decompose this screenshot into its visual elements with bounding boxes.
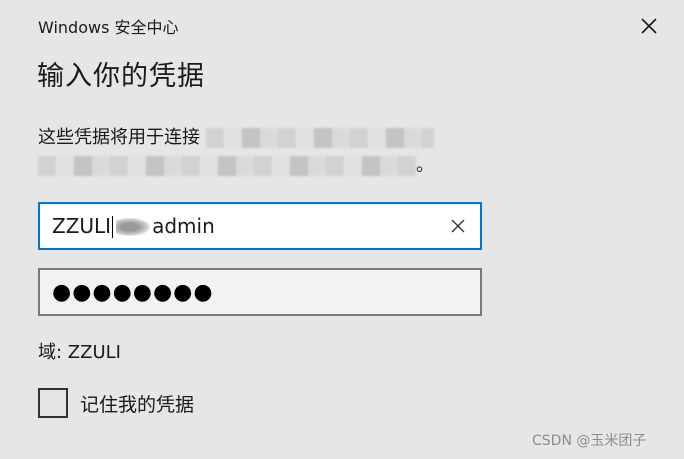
username-input[interactable]: ZZULI admin <box>38 202 482 250</box>
description-text-start: 这些凭据将用于连接 <box>38 127 200 148</box>
app-title: Windows 安全中心 <box>38 18 179 37</box>
close-icon <box>641 18 657 34</box>
redacted-host-continued <box>38 156 416 176</box>
username-suffix: admin <box>152 213 215 238</box>
remember-credentials[interactable]: 记住我的凭据 <box>38 388 194 418</box>
remember-checkbox[interactable] <box>38 388 68 418</box>
username-value: ZZULI admin <box>52 214 215 239</box>
close-button[interactable] <box>632 10 666 42</box>
watermark: CSDN @玉米团子 <box>532 433 647 449</box>
redacted-host <box>205 128 434 148</box>
credential-dialog: Windows 安全中心 输入你的凭据 这些凭据将用于连接 。 ZZULI adm… <box>0 0 684 459</box>
dialog-description: 这些凭据将用于连接 。 <box>38 124 478 180</box>
clear-icon <box>451 219 465 233</box>
clear-username-button[interactable] <box>444 213 472 239</box>
redacted-username-part <box>116 218 151 237</box>
description-text-end: 。 <box>416 155 434 176</box>
domain-label: 域: ZZULI <box>38 342 121 363</box>
dialog-heading: 输入你的凭据 <box>37 61 205 92</box>
username-prefix: ZZULI <box>52 213 112 238</box>
text-caret <box>112 216 114 239</box>
password-input[interactable]: ●●●●●●●● <box>38 268 482 316</box>
remember-label: 记住我的凭据 <box>80 393 195 416</box>
